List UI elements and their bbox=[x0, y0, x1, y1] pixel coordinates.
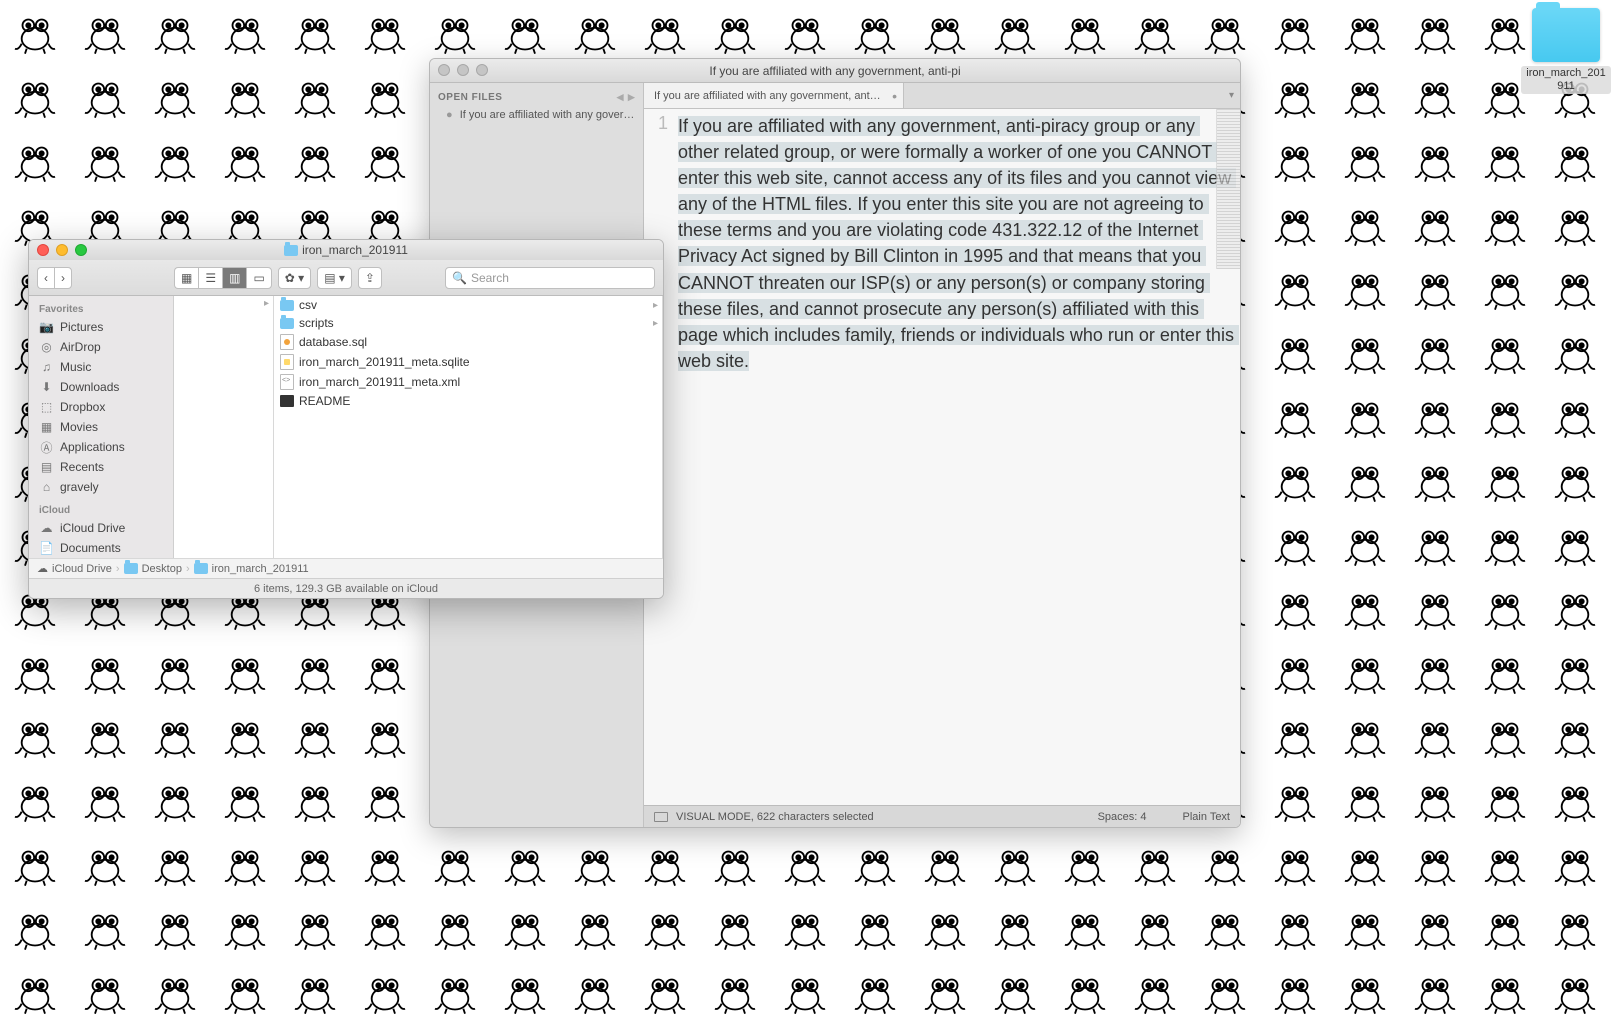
finder-maximize-button[interactable] bbox=[75, 244, 87, 256]
panel-icon[interactable] bbox=[654, 812, 668, 822]
back-button[interactable]: ‹ bbox=[37, 267, 54, 289]
finder-titlebar[interactable]: iron_march_201911 bbox=[29, 240, 663, 260]
chevron-right-icon: ▸ bbox=[653, 300, 658, 311]
share-button[interactable]: ⇪ bbox=[358, 267, 382, 289]
sidebar-item-recents[interactable]: ▤Recents bbox=[29, 457, 173, 477]
view-list-button[interactable]: ☰ bbox=[198, 267, 222, 289]
open-files-header: OPEN FILES bbox=[438, 92, 502, 103]
status-syntax[interactable]: Plain Text bbox=[1183, 811, 1231, 823]
sidebar-item-downloads[interactable]: ⬇Downloads bbox=[29, 377, 173, 397]
doc-icon: 📄 bbox=[39, 542, 54, 555]
finder-minimize-button[interactable] bbox=[56, 244, 68, 256]
airdrop-icon: ◎ bbox=[39, 341, 54, 354]
editor-text[interactable]: If you are affiliated with any governmen… bbox=[676, 109, 1240, 805]
path-seg-desktop[interactable]: Desktop bbox=[142, 563, 182, 575]
folder-icon bbox=[1532, 8, 1600, 62]
finder-column-2[interactable]: csv▸scripts▸database.sqliron_march_20191… bbox=[274, 296, 663, 558]
finder-window-title: iron_march_201911 bbox=[302, 243, 408, 257]
forward-button[interactable]: › bbox=[54, 267, 72, 289]
sidebar-item-documents[interactable]: 📄Documents bbox=[29, 538, 173, 558]
editor-maximize-button[interactable] bbox=[476, 64, 488, 76]
file-row-iron-march-201911-meta-xml[interactable]: iron_march_201911_meta.xml bbox=[274, 372, 662, 392]
document-icon bbox=[280, 374, 294, 390]
tab-close-icon[interactable]: • bbox=[892, 88, 897, 104]
view-mode-group: ▦ ☰ ▥ ▭ bbox=[174, 267, 272, 289]
sidebar-nav-arrows[interactable]: ◂ ▸ bbox=[617, 89, 635, 105]
recents-icon: ▤ bbox=[39, 461, 54, 474]
file-row-database-sql[interactable]: database.sql bbox=[274, 332, 662, 352]
view-columns-button[interactable]: ▥ bbox=[222, 267, 246, 289]
sidebar-item-applications[interactable]: ⒶApplications bbox=[29, 437, 173, 457]
path-seg-folder[interactable]: iron_march_201911 bbox=[212, 563, 309, 575]
sidebar-item-airdrop[interactable]: ◎AirDrop bbox=[29, 337, 173, 357]
file-row-csv[interactable]: csv▸ bbox=[274, 296, 662, 314]
finder-window: iron_march_201911 ‹ › ▦ ☰ ▥ ▭ ✿ ▾ ▤ ▾ ⇪ … bbox=[28, 239, 664, 599]
column-expand-icon: ▸ bbox=[174, 296, 273, 311]
sidebar-item-movies[interactable]: ▦Movies bbox=[29, 417, 173, 437]
folder-icon bbox=[194, 563, 208, 574]
view-gallery-button[interactable]: ▭ bbox=[246, 267, 271, 289]
editor-window-title: If you are affiliated with any governmen… bbox=[709, 64, 960, 78]
tab-dropdown-icon[interactable]: ▾ bbox=[1229, 90, 1234, 101]
folder-icon bbox=[124, 563, 138, 574]
document-icon bbox=[280, 334, 294, 350]
status-spaces[interactable]: Spaces: 4 bbox=[1098, 811, 1147, 823]
editor-titlebar[interactable]: If you are affiliated with any governmen… bbox=[430, 59, 1240, 83]
path-seg-icloud[interactable]: iCloud Drive bbox=[52, 563, 112, 575]
desktop-folder-iron-march[interactable]: iron_march_201911 bbox=[1521, 8, 1611, 94]
editor-minimize-button[interactable] bbox=[457, 64, 469, 76]
editor-statusbar: VISUAL MODE, 622 characters selected Spa… bbox=[644, 805, 1240, 827]
editor-close-button[interactable] bbox=[438, 64, 450, 76]
favorites-section-label: Favorites bbox=[29, 302, 173, 317]
file-row-scripts[interactable]: scripts▸ bbox=[274, 314, 662, 332]
unsaved-dot-icon: ● bbox=[446, 109, 453, 121]
finder-sidebar: Favorites 📷Pictures◎AirDrop♫Music⬇Downlo… bbox=[29, 296, 174, 558]
camera-icon: 📷 bbox=[39, 321, 54, 334]
sidebar-item-gravely[interactable]: ⌂gravely bbox=[29, 477, 173, 497]
cloud-icon: ☁ bbox=[37, 562, 48, 575]
finder-search-field[interactable]: 🔍 Search bbox=[445, 267, 655, 289]
finder-column-1[interactable]: ▸ bbox=[174, 296, 274, 558]
finder-pathbar[interactable]: ☁ iCloud Drive › Desktop › iron_march_20… bbox=[29, 558, 663, 578]
folder-icon bbox=[280, 300, 294, 311]
dropbox-icon: ⬚ bbox=[39, 401, 54, 414]
search-placeholder: Search bbox=[471, 271, 509, 285]
open-file-item[interactable]: ● If you are affiliated with any governm… bbox=[438, 105, 635, 121]
sidebar-item-music[interactable]: ♫Music bbox=[29, 357, 173, 377]
icloud-section-label: iCloud bbox=[29, 503, 173, 518]
finder-toolbar: ‹ › ▦ ☰ ▥ ▭ ✿ ▾ ▤ ▾ ⇪ 🔍 Search bbox=[29, 260, 663, 296]
download-icon: ⬇ bbox=[39, 381, 54, 394]
finder-close-button[interactable] bbox=[37, 244, 49, 256]
action-menu-button[interactable]: ✿ ▾ bbox=[278, 267, 311, 289]
editor-tab-bar: If you are affiliated with any governmen… bbox=[644, 83, 1240, 109]
file-row-iron-march-201911-meta-sqlite[interactable]: iron_march_201911_meta.sqlite bbox=[274, 352, 662, 372]
minimap[interactable] bbox=[1216, 109, 1240, 269]
cloud-icon: ☁ bbox=[39, 522, 54, 535]
sidebar-item-dropbox[interactable]: ⬚Dropbox bbox=[29, 397, 173, 417]
finder-column-view: ▸ csv▸scripts▸database.sqliron_march_201… bbox=[174, 296, 663, 558]
readme-icon bbox=[280, 395, 294, 407]
chevron-right-icon: ▸ bbox=[653, 318, 658, 329]
sidebar-item-pictures[interactable]: 📷Pictures bbox=[29, 317, 173, 337]
apps-icon: Ⓐ bbox=[39, 441, 54, 454]
folder-icon bbox=[284, 245, 298, 256]
document-icon bbox=[280, 354, 294, 370]
editor-content-area[interactable]: 1 If you are affiliated with any governm… bbox=[644, 109, 1240, 805]
movie-icon: ▦ bbox=[39, 421, 54, 434]
music-icon: ♫ bbox=[39, 361, 54, 374]
home-icon: ⌂ bbox=[39, 481, 54, 494]
view-icons-button[interactable]: ▦ bbox=[174, 267, 198, 289]
search-icon: 🔍 bbox=[452, 271, 467, 285]
finder-statusbar: 6 items, 129.3 GB available on iCloud bbox=[29, 578, 663, 598]
editor-tab[interactable]: If you are affiliated with any governmen… bbox=[644, 83, 904, 108]
file-row-readme[interactable]: README bbox=[274, 392, 662, 410]
status-mode: VISUAL MODE, 622 characters selected bbox=[676, 811, 874, 823]
folder-icon bbox=[280, 318, 294, 329]
sidebar-item-icloud-drive[interactable]: ☁iCloud Drive bbox=[29, 518, 173, 538]
desktop-folder-label: iron_march_201911 bbox=[1521, 66, 1611, 94]
arrange-menu-button[interactable]: ▤ ▾ bbox=[317, 267, 352, 289]
